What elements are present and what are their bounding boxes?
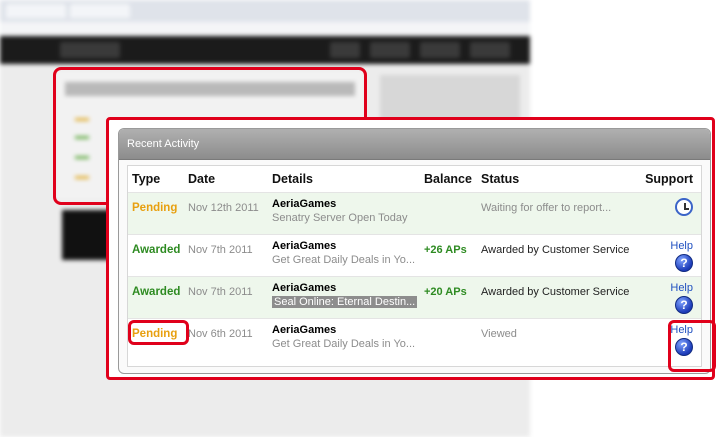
row-balance: +20 APs [424, 286, 467, 298]
row-status: Awarded by Customer Service [481, 244, 630, 256]
help-icon[interactable]: ? [675, 296, 693, 314]
clock-icon[interactable] [675, 198, 693, 216]
column-header-balance: Balance [424, 172, 472, 186]
help-icon[interactable]: ? [675, 254, 693, 272]
column-header-date: Date [188, 172, 216, 186]
row-type: Awarded [132, 244, 181, 256]
row-details: AeriaGames Senatry Server Open Today [272, 193, 424, 235]
table-row: Pending Nov 12th 2011 AeriaGames Senatry… [128, 192, 701, 235]
row-details-subtitle: Get Great Daily Deals in Yo... [272, 254, 416, 266]
help-link[interactable]: Help [631, 240, 693, 252]
row-status: Waiting for offer to report... [481, 202, 612, 214]
activity-table: Type Date Details Balance Status Support… [128, 166, 701, 361]
panel-title: Recent Activity [119, 129, 710, 160]
row-details-title[interactable]: AeriaGames [272, 198, 424, 210]
row-type: Awarded [132, 286, 181, 298]
column-header-type: Type [132, 172, 161, 186]
row-details-subtitle-selected: Seal Online: Eternal Destin... [272, 296, 418, 308]
help-icon[interactable]: ? [675, 338, 693, 356]
row-balance [424, 193, 481, 235]
row-details-title[interactable]: AeriaGames [272, 240, 424, 252]
activity-table-wrapper: Type Date Details Balance Status Support… [127, 165, 702, 367]
row-details: AeriaGames Get Great Daily Deals in Yo..… [272, 319, 424, 361]
row-details-title[interactable]: AeriaGames [272, 282, 424, 294]
row-date: Nov 7th 2011 [188, 286, 253, 298]
column-header-status: Status [481, 172, 520, 186]
row-details: AeriaGames Seal Online: Eternal Destin..… [272, 277, 424, 319]
row-support: Help ? [631, 235, 701, 277]
row-details-subtitle: Get Great Daily Deals in Yo... [272, 338, 416, 350]
recent-activity-panel: Recent Activity Type Date Details Balanc… [118, 128, 711, 374]
row-support [631, 193, 701, 235]
row-status: Awarded by Customer Service [481, 286, 630, 298]
column-header-details: Details [272, 172, 313, 186]
row-type: Pending [132, 202, 178, 214]
table-row: Awarded Nov 7th 2011 AeriaGames Get Grea… [128, 234, 701, 277]
table-header-row: Type Date Details Balance Status Support [128, 166, 701, 193]
row-status: Viewed [481, 328, 517, 340]
row-details: AeriaGames Get Great Daily Deals in Yo..… [272, 235, 424, 277]
table-row: Awarded Nov 7th 2011 AeriaGames Seal Onl… [128, 276, 701, 319]
row-details-subtitle: Senatry Server Open Today [272, 212, 408, 224]
column-header-support: Support [645, 172, 693, 186]
row-support: Help ? [631, 319, 701, 361]
row-balance [424, 319, 481, 361]
help-link[interactable]: Help [631, 282, 693, 294]
site-nav-bar [0, 36, 530, 64]
row-date: Nov 7th 2011 [188, 244, 253, 256]
browser-toolbar [0, 22, 530, 36]
row-date: Nov 12th 2011 [188, 202, 259, 214]
browser-tab-bar [0, 0, 530, 22]
help-link[interactable]: Help [631, 324, 693, 336]
row-date: Nov 6th 2011 [188, 328, 253, 340]
row-type: Pending [132, 328, 178, 340]
table-row: Pending Nov 6th 2011 AeriaGames Get Grea… [128, 318, 701, 361]
row-balance: +26 APs [424, 244, 467, 256]
row-support: Help ? [631, 277, 701, 319]
row-details-title[interactable]: AeriaGames [272, 324, 424, 336]
